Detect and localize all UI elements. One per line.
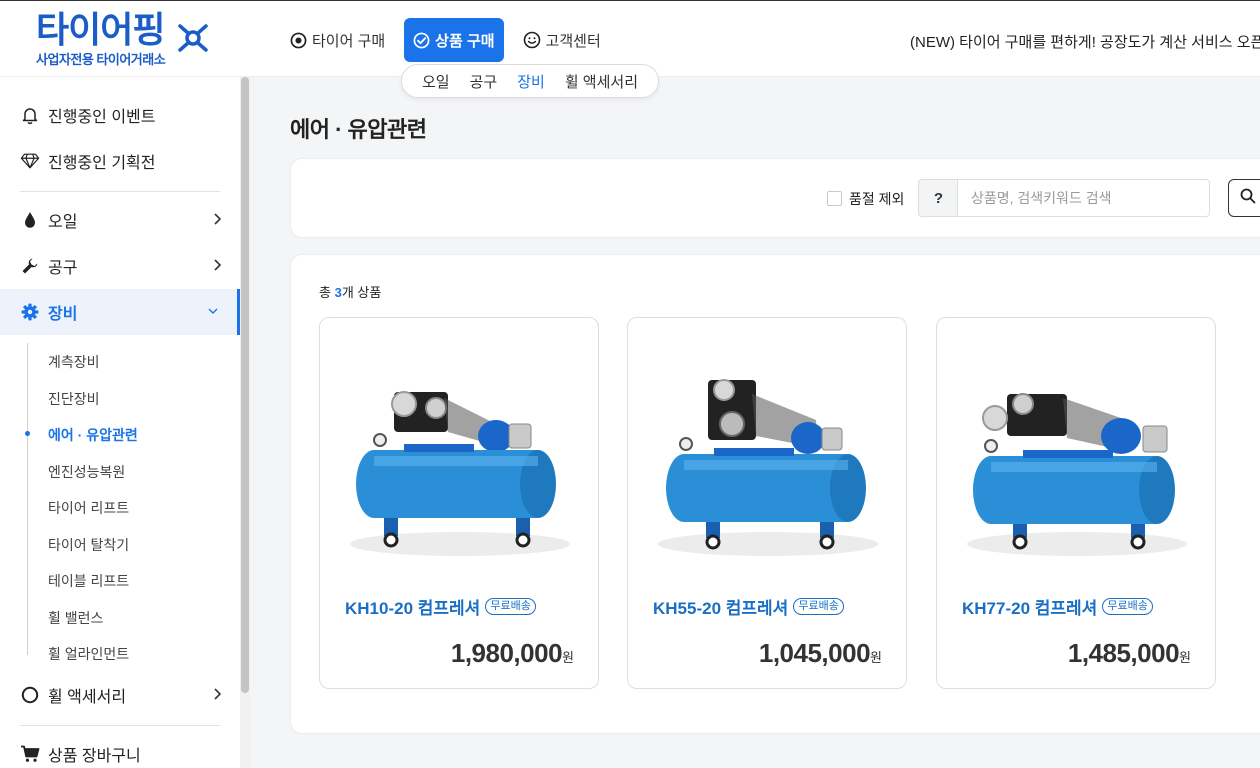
target-icon	[290, 32, 307, 49]
sidebar-item-equipment[interactable]: 장비	[0, 289, 240, 335]
cart-icon	[20, 745, 40, 763]
sidebar-item-tools[interactable]: 공구	[0, 243, 240, 289]
nav-tire-purchase[interactable]: 타이어 구매	[290, 18, 394, 62]
submenu-item[interactable]: 휠 밸런스	[48, 608, 103, 628]
top-nav: 타이어 구매 상품 구매 고객센터	[290, 18, 620, 62]
search-input[interactable]	[957, 179, 1210, 217]
search-button[interactable]	[1228, 179, 1260, 217]
nav-label: 타이어 구매	[312, 32, 386, 50]
sidebar-item-label: 장비	[48, 306, 78, 323]
nav-label: 고객센터	[545, 32, 601, 50]
check-circle-icon	[413, 32, 430, 49]
product-card[interactable]: KH10-20 컴프레셔 무료배송 1,980,000원	[319, 317, 599, 689]
wrench-icon	[20, 257, 40, 275]
exclude-soldout-checkbox[interactable]	[827, 191, 842, 206]
sidebar-item-label: 오일	[48, 214, 78, 231]
product-name[interactable]: KH10-20 컴프레셔 무료배송	[345, 594, 536, 619]
search-help-button[interactable]: ?	[918, 179, 958, 217]
subnav-wheel-accessory[interactable]: 휠 액세서리	[555, 71, 648, 92]
sidebar-item-wheel-accessory[interactable]: 휠 액세서리	[0, 672, 240, 718]
sidebar-item-cart[interactable]: 상품 장바구니	[0, 731, 240, 768]
sidebar-item-events[interactable]: 진행중인 이벤트	[0, 92, 240, 138]
sidebar-item-label: 진행중인 이벤트	[48, 109, 156, 126]
submenu-item[interactable]: 휠 얼라인먼트	[48, 644, 129, 664]
product-price: 1,485,000원	[1067, 638, 1191, 668]
submenu-item[interactable]: 타이어 탈착기	[48, 535, 129, 555]
gear-icon	[20, 303, 40, 321]
divider	[20, 725, 220, 726]
product-price: 1,045,000원	[758, 638, 882, 668]
submenu-item-active[interactable]: 에어 · 유압관련	[48, 425, 138, 445]
free-shipping-badge: 무료배송	[485, 598, 536, 615]
smile-icon	[523, 31, 541, 49]
logo-mark-icon	[176, 23, 210, 58]
product-card[interactable]: KH55-20 컴프레셔 무료배송 1,045,000원	[627, 317, 907, 689]
product-card[interactable]: KH77-20 컴프레셔 무료배송 1,485,000원	[936, 317, 1216, 689]
nav-label: 상품 구매	[435, 32, 495, 50]
product-count: 3	[334, 285, 342, 300]
chevron-right-icon	[212, 258, 222, 277]
sidebar-item-label: 진행중인 기획전	[48, 155, 156, 172]
submenu-item[interactable]: 타이어 리프트	[48, 498, 129, 518]
submenu-item[interactable]: 계측장비	[48, 352, 100, 372]
circle-icon	[20, 686, 40, 704]
submenu-item[interactable]: 진단장비	[48, 389, 100, 409]
logo[interactable]: 타이어핑 사업자전용 타이어거래소	[28, 11, 218, 69]
product-image[interactable]	[344, 358, 576, 558]
divider	[20, 191, 220, 192]
free-shipping-badge: 무료배송	[1102, 598, 1153, 615]
submenu-item[interactable]: 엔진성능복원	[48, 462, 125, 482]
product-total: 총 3개 상품	[319, 285, 382, 300]
chevron-right-icon	[212, 687, 222, 706]
search-icon	[1240, 188, 1256, 209]
notice-banner[interactable]: (NEW) 타이어 구매를 편하게! 공장도가 계산 서비스 오픈!	[910, 31, 1260, 52]
logo-subtitle: 사업자전용 타이어거래소	[36, 52, 166, 67]
nav-customer-center[interactable]: 고객센터	[514, 18, 610, 62]
sidebar-item-label: 상품 장바구니	[48, 748, 141, 765]
page-title: 에어 · 유압관련	[290, 117, 427, 142]
product-image[interactable]	[961, 358, 1193, 558]
subnav-tools[interactable]: 공구	[460, 71, 508, 92]
bell-icon	[20, 106, 40, 125]
product-image[interactable]	[652, 358, 884, 558]
product-subnav: 오일 공구 장비 휠 액세서리	[401, 64, 659, 98]
sidebar-item-exhibitions[interactable]: 진행중인 기획전	[0, 138, 240, 184]
chevron-down-icon	[207, 304, 219, 322]
submenu-line	[27, 343, 28, 655]
sidebar-scrollbar[interactable]	[240, 77, 250, 768]
sidebar-item-oil[interactable]: 오일	[0, 197, 240, 243]
chevron-right-icon	[212, 212, 222, 231]
scrollbar-thumb[interactable]	[241, 77, 249, 693]
diamond-icon	[20, 152, 40, 170]
submenu-item[interactable]: 테이블 리프트	[48, 571, 129, 591]
sidebar-item-label: 휠 액세서리	[48, 689, 127, 706]
product-name[interactable]: KH77-20 컴프레셔 무료배송	[962, 594, 1153, 619]
logo-text: 타이어핑	[36, 9, 165, 50]
nav-product-purchase[interactable]: 상품 구매	[404, 18, 504, 62]
sidebar-item-label: 공구	[48, 260, 78, 277]
subnav-oil[interactable]: 오일	[412, 71, 460, 92]
oil-drop-icon	[20, 211, 40, 229]
product-price: 1,980,000원	[450, 638, 574, 668]
subnav-equipment[interactable]: 장비	[507, 71, 555, 92]
free-shipping-badge: 무료배송	[793, 598, 844, 615]
exclude-soldout-label[interactable]: 품절 제외	[849, 189, 904, 209]
sidebar: 진행중인 이벤트 진행중인 기획전 오일 공구 장비 계측장비 진단장비 에어 …	[0, 77, 240, 768]
product-name[interactable]: KH55-20 컴프레셔 무료배송	[653, 594, 844, 619]
submenu-active-dot	[25, 431, 30, 436]
